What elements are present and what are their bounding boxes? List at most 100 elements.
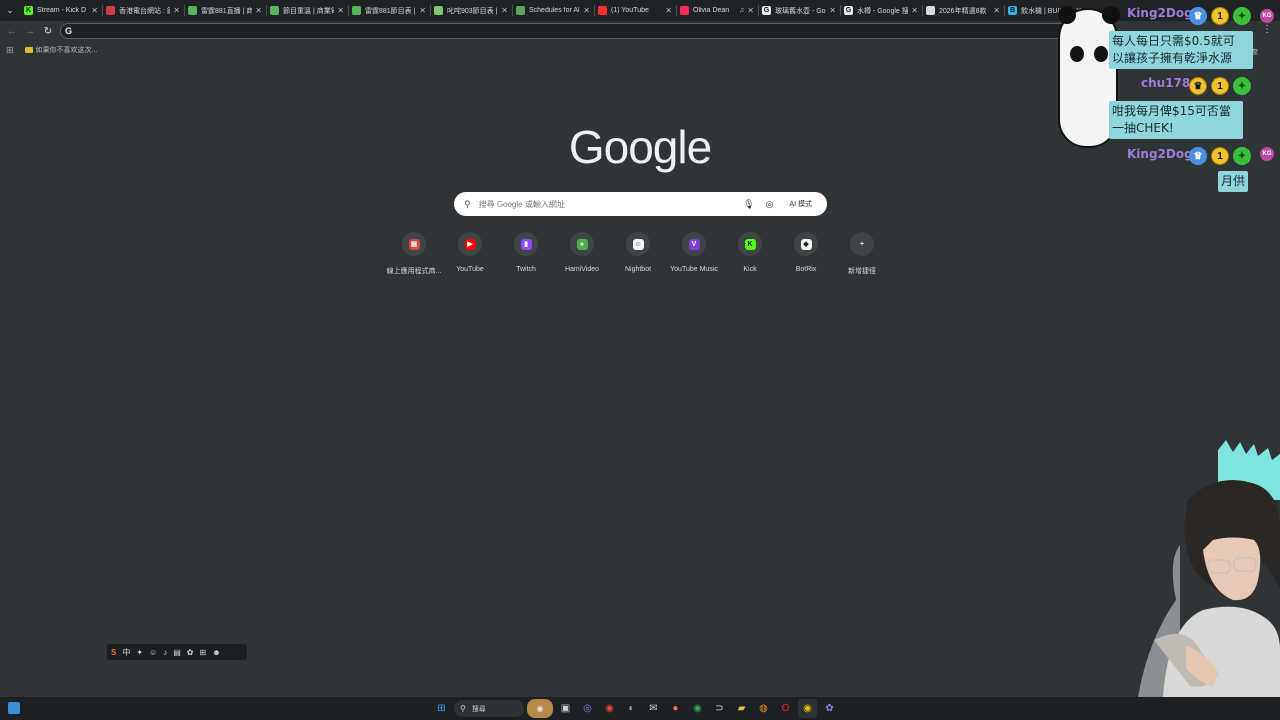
google-lens-icon[interactable]: ◎ — [766, 199, 774, 210]
ai-mode-button[interactable]: AI 模式 — [784, 197, 817, 211]
apps-grid-icon[interactable]: ⊞ — [6, 45, 14, 56]
star-badge-icon: ✦ — [1233, 147, 1251, 165]
shortcut-label: Nightbot — [624, 266, 652, 273]
tab-close-icon[interactable]: ✕ — [665, 6, 672, 15]
browser-tab[interactable]: 2026年精選8款 ✕ — [922, 0, 1004, 21]
steam-icon[interactable]: ◐ — [622, 699, 641, 718]
ime-button-icon[interactable]: ✿ — [187, 648, 194, 657]
shortcut-tile[interactable]: ● HamiVideo — [554, 232, 610, 276]
browser-tab[interactable]: G 玻璃舊水壺 - Go ✕ — [758, 0, 840, 21]
chat-app-icon[interactable]: ✿ — [820, 699, 839, 718]
tab-close-icon[interactable]: ✕ — [91, 6, 98, 15]
tab-close-icon[interactable]: ✕ — [829, 6, 836, 15]
browser-tab[interactable]: (1) YouTube ✕ — [594, 0, 676, 21]
ime-button-icon[interactable]: ☻ — [212, 648, 220, 657]
start-button-icon[interactable]: ⊞ — [432, 699, 451, 718]
search-icon: ⚲ — [460, 704, 466, 713]
bitcoin-icon[interactable]: ◍ — [754, 699, 773, 718]
shortcut-tile[interactable]: K Kick — [722, 232, 778, 276]
shortcut-icon-circle: ◆ — [794, 232, 818, 256]
ime-button-icon[interactable]: ✦ — [136, 648, 143, 657]
browser-tab[interactable]: 雷霆881直播 | 商 ✕ — [184, 0, 266, 21]
shortcut-tile[interactable]: ▦ 線上應用程式商... — [386, 232, 442, 276]
ai-mode-label: AI 模式 — [789, 201, 812, 208]
file-explorer-icon[interactable]: ▰ — [732, 699, 751, 718]
shortcut-label: HamiVideo — [564, 266, 600, 273]
tab-close-icon[interactable]: ✕ — [911, 6, 918, 15]
tab-close-icon[interactable]: ✕ — [993, 6, 1000, 15]
streamer-webcam — [1138, 440, 1280, 697]
bookmark-item[interactable]: 如果你不喜欢这次... — [24, 45, 97, 55]
tab-title: 叱咤903節目表 | — [447, 7, 498, 15]
browser-tab[interactable]: 香港電台網站 : 節 ✕ — [102, 0, 184, 21]
shortcut-tile[interactable]: ▶ YouTube — [442, 232, 498, 276]
ime-button-icon[interactable]: ☺ — [149, 648, 157, 657]
star-badge-icon: ✦ — [1233, 77, 1251, 95]
shortcut-icon-circle: + — [850, 232, 874, 256]
shortcut-tile[interactable]: ◆ BotRix — [778, 232, 834, 276]
ntp-search-box[interactable]: ⚲ 🎙 ◎ AI 模式 — [454, 192, 827, 216]
app-icon[interactable]: ⊃ — [710, 699, 729, 718]
opera-icon[interactable]: O — [776, 699, 795, 718]
browser-tab[interactable]: G 水樽 - Google 搜 ✕ — [840, 0, 922, 21]
mail-icon[interactable]: ✉ — [644, 699, 663, 718]
browser-tab[interactable]: Olivia Dean ♫ ✕ — [676, 0, 758, 21]
ime-button-icon[interactable]: ▤ — [173, 648, 181, 657]
tab-close-icon[interactable]: ✕ — [419, 6, 426, 15]
shortcut-tile[interactable]: ▮ Twitch — [498, 232, 554, 276]
chrome-icon[interactable]: ◉ — [688, 699, 707, 718]
tab-search-icon[interactable]: ⌄ — [0, 0, 20, 21]
shortcut-tile[interactable]: + 新增捷徑 — [834, 232, 890, 276]
chat-message-line: 以讓孩子擁有乾淨水源 — [1112, 51, 1233, 65]
sushi-widget-icon[interactable]: ◉ — [527, 699, 553, 718]
shortcut-label: 新增捷徑 — [848, 268, 876, 275]
ime-button-icon[interactable]: 中 — [122, 647, 130, 658]
tab-favicon-icon — [516, 6, 525, 15]
reload-icon[interactable]: ↻ — [39, 23, 57, 41]
tab-close-icon[interactable]: ✕ — [501, 6, 508, 15]
shortcut-tile[interactable]: V YouTube Music — [666, 232, 722, 276]
tab-favicon-icon — [106, 6, 115, 15]
crown-badge-icon: ♛ — [1189, 77, 1207, 95]
ime-button-icon[interactable]: ♪ — [163, 648, 167, 657]
tab-title: 雷霆881節目表 | — [365, 7, 416, 15]
back-icon[interactable]: ← — [3, 23, 21, 41]
search-input[interactable] — [478, 199, 744, 209]
tab-close-icon[interactable]: ✕ — [747, 6, 754, 15]
address-bar[interactable]: G — [60, 23, 1070, 39]
tab-favicon-icon: G — [844, 6, 853, 15]
firefox-icon[interactable]: ● — [666, 699, 685, 718]
discord-icon[interactable]: ◎ — [578, 699, 597, 718]
microphone-icon[interactable]: 🎙 — [743, 199, 754, 210]
star-badge-icon: ✦ — [1233, 7, 1251, 25]
shortcut-tile[interactable]: ☺ Nightbot — [610, 232, 666, 276]
browser-tab[interactable]: K Stream - Kick D ✕ — [20, 0, 102, 21]
tab-close-icon[interactable]: ✕ — [583, 6, 590, 15]
ime-button-icon[interactable]: ⊞ — [199, 648, 206, 657]
windows-taskbar: ⊞ ⚲ 搜尋 ◉ ▣ ◎ ◉ ◐ ✉ ● ◉ ⊃ ▰ ◍ O ◉ ✿ — [0, 697, 1280, 720]
browser-tab[interactable]: 雷霆881節目表 | ✕ — [348, 0, 430, 21]
shortcut-icon-circle: ▶ — [458, 232, 482, 256]
chat-message-line: 咁我每月俾$15可否當 — [1112, 104, 1231, 118]
tab-close-icon[interactable]: ✕ — [173, 6, 180, 15]
ime-button-icon[interactable]: S — [111, 648, 116, 657]
browser-tab[interactable]: 節目重溫 | 商業電 ✕ — [266, 0, 348, 21]
tab-favicon-icon — [680, 6, 689, 15]
address-input[interactable] — [78, 26, 1069, 36]
chat-username: chu178 — [1141, 76, 1191, 90]
task-view-icon[interactable]: ▣ — [556, 699, 575, 718]
widgets-icon[interactable] — [8, 702, 20, 714]
taskbar-search[interactable]: ⚲ 搜尋 — [454, 700, 524, 717]
browser-tab[interactable]: 叱咤903節目表 | ✕ — [430, 0, 512, 21]
browser-tab[interactable]: Schedules for Al ✕ — [512, 0, 594, 21]
tab-favicon-icon: K — [24, 6, 33, 15]
tab-close-icon[interactable]: ✕ — [255, 6, 262, 15]
chrome-icon[interactable]: ◉ — [600, 699, 619, 718]
shortcut-label: Twitch — [516, 266, 536, 273]
tab-close-icon[interactable]: ✕ — [337, 6, 344, 15]
chat-username: King2Dog — [1127, 6, 1193, 20]
forward-icon[interactable]: → — [21, 23, 39, 41]
chrome-icon[interactable]: ◉ — [798, 699, 817, 718]
shortcut-favicon-icon: ☺ — [632, 238, 644, 250]
tab-audio-icon[interactable]: ♫ — [739, 7, 744, 14]
